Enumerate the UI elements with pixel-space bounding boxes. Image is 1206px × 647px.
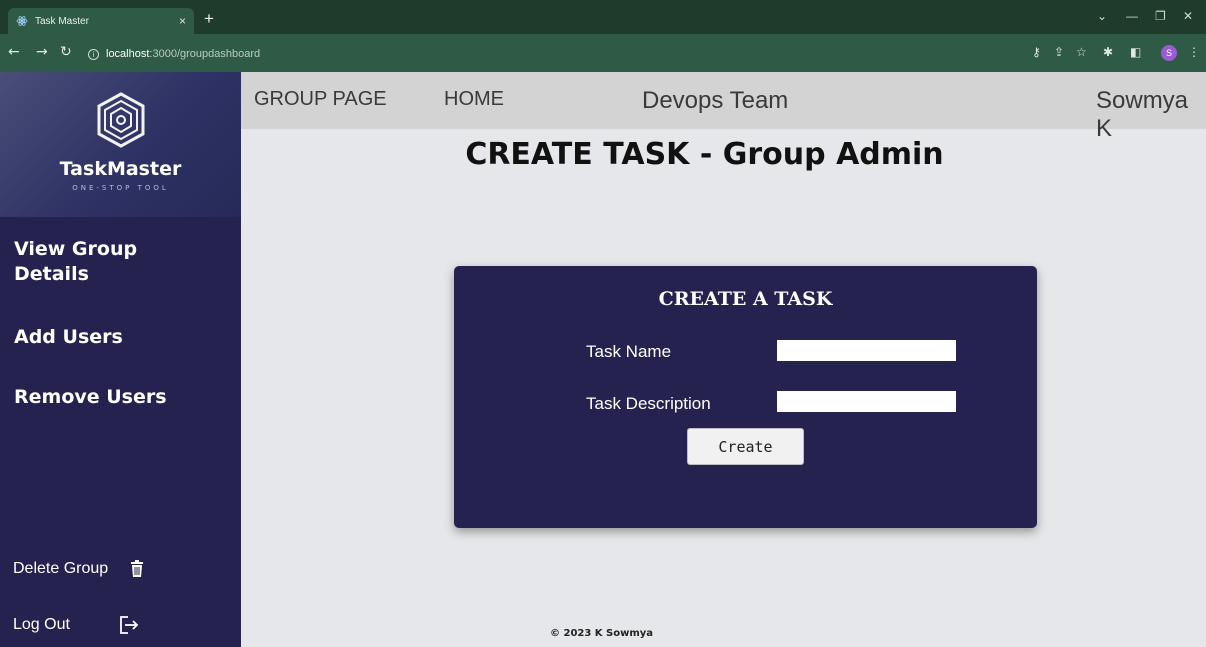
forward-icon[interactable]: → [36, 44, 48, 60]
sidebar-item-add-users[interactable]: Add Users [14, 325, 123, 350]
key-icon[interactable]: ⚷ [1032, 45, 1041, 59]
window-close-icon[interactable]: ✕ [1183, 9, 1193, 23]
team-name: Devops Team [642, 87, 789, 114]
task-name-input[interactable] [777, 340, 956, 361]
address-bar[interactable]: i localhost :3000/groupdashboard [88, 44, 260, 64]
extensions-icon[interactable]: ✱ [1103, 45, 1113, 59]
task-description-label: Task Description [586, 394, 711, 413]
sidebar-item-view-group-details[interactable]: View Group Details [14, 237, 214, 287]
brand-name: TaskMaster [59, 158, 182, 180]
share-icon[interactable]: ⇪ [1054, 45, 1064, 59]
profile-avatar[interactable]: S [1161, 45, 1177, 61]
nav-home[interactable]: HOME [444, 88, 504, 111]
tab-close-icon[interactable]: × [179, 14, 186, 28]
trash-icon [131, 560, 144, 577]
page-title: CREATE TASK - Group Admin [465, 137, 944, 172]
logout-icon [120, 616, 139, 634]
browser-tab-strip: Task Master × + ⌄ — ❐ ✕ [0, 0, 1206, 34]
sidebar: TaskMaster ONE-STOP TOOL View Group Deta… [0, 72, 241, 647]
sidebar-item-remove-users[interactable]: Remove Users [14, 385, 167, 410]
reload-icon[interactable]: ↻ [60, 44, 72, 60]
create-task-card: CREATE A TASK Task Name Task Description… [454, 266, 1037, 528]
minimize-icon[interactable]: — [1126, 9, 1138, 23]
back-icon[interactable]: ← [8, 44, 20, 60]
tab-search-icon[interactable]: ⌄ [1097, 9, 1107, 23]
create-button[interactable]: Create [687, 428, 804, 465]
log-out-label: Log Out [13, 616, 70, 633]
star-icon[interactable]: ☆ [1076, 45, 1087, 59]
brand-tagline: ONE-STOP TOOL [72, 184, 169, 192]
tab-title: Task Master [35, 15, 89, 27]
sidepanel-icon[interactable]: ◧ [1130, 45, 1141, 59]
log-out-button[interactable]: Log Out [13, 615, 139, 635]
logo-area: TaskMaster ONE-STOP TOOL [0, 72, 241, 217]
url-path: :3000/groupdashboard [149, 48, 261, 60]
delete-group-label: Delete Group [13, 560, 109, 577]
url-host: localhost [106, 48, 150, 60]
menu-icon[interactable]: ⋮ [1188, 45, 1200, 59]
footer-copyright: © 2023 K Sowmya [550, 628, 654, 639]
info-icon[interactable]: i [88, 48, 99, 60]
card-title: CREATE A TASK [658, 288, 833, 310]
user-name[interactable]: Sowmya K [1096, 87, 1206, 143]
react-favicon-icon [16, 16, 28, 26]
nav-group-page[interactable]: GROUP PAGE [254, 88, 387, 111]
top-nav: GROUP PAGE HOME Devops Team Sowmya K [241, 72, 1206, 142]
logo-icon [97, 92, 145, 148]
restore-icon[interactable]: ❐ [1155, 9, 1166, 23]
task-name-label: Task Name [586, 342, 672, 361]
task-description-input[interactable] [777, 391, 956, 412]
delete-group-button[interactable]: Delete Group [13, 560, 144, 578]
new-tab-button[interactable]: + [204, 10, 214, 28]
browser-toolbar: ← → ↻ i localhost :3000/groupdashboard ⚷… [0, 34, 1206, 72]
browser-tab[interactable]: Task Master × [8, 8, 194, 34]
